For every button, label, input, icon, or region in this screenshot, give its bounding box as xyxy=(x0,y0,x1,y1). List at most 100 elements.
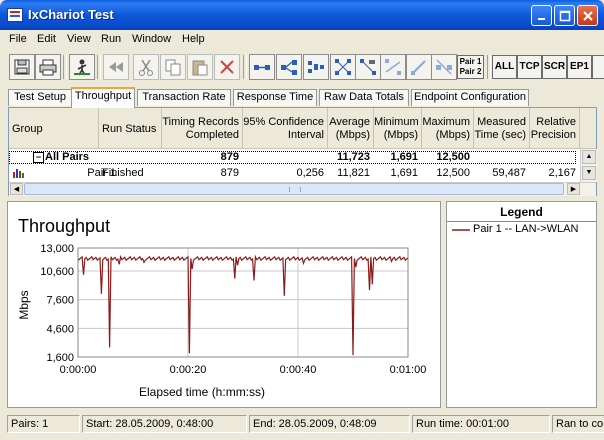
title-bar[interactable]: IxChariot Test xyxy=(0,0,604,30)
collapse-toggle[interactable]: − xyxy=(33,152,44,163)
throughput-chart[interactable]: Throughput 1,600 4,600 7,600 10,600 13,000 0:… xyxy=(7,201,441,408)
maximize-button[interactable] xyxy=(554,5,575,26)
legend-swatch xyxy=(452,225,470,233)
add-pair-group-icon[interactable] xyxy=(303,54,329,80)
toolbar-separator xyxy=(243,55,247,79)
header-minimum[interactable]: Minimum (Mbps) xyxy=(374,108,422,149)
minimize-button[interactable] xyxy=(531,5,552,26)
header-group[interactable]: Group xyxy=(9,108,99,149)
header-relative-precision-line2: Precision xyxy=(530,129,576,141)
row-minimum: 1,691 xyxy=(390,167,418,179)
header-average-line2: (Mbps) xyxy=(335,129,370,141)
header-maximum-line2: (Mbps) xyxy=(435,129,470,141)
y-tick-label: 7,600 xyxy=(46,295,74,307)
menu-file[interactable]: File xyxy=(9,33,27,45)
filter-ep2-button[interactable] xyxy=(592,55,604,79)
add-pair-icon[interactable] xyxy=(249,54,275,80)
bar-chart-icon xyxy=(13,169,25,178)
menu-bar: File Edit View Run Window Help xyxy=(0,30,604,48)
filter-tcp-button[interactable]: TCP xyxy=(517,55,542,79)
menu-view[interactable]: View xyxy=(67,33,91,45)
chart-canvas: Throughput 1,600 4,600 7,600 10,600 13,000 0:… xyxy=(17,216,426,399)
swap-endpoints-icon[interactable] xyxy=(380,54,406,80)
scroll-right-arrow[interactable]: ▶ xyxy=(567,183,580,195)
header-maximum-line1: Maximum xyxy=(422,116,470,128)
window-title: IxChariot Test xyxy=(28,7,114,22)
pair-label-2: Pair 2 xyxy=(459,67,482,76)
close-button[interactable] xyxy=(577,5,598,26)
x-tick-label: 0:00:20 xyxy=(170,364,207,376)
tab-transaction-rate[interactable]: Transaction Rate xyxy=(137,89,231,106)
menu-edit[interactable]: Edit xyxy=(37,33,56,45)
edit-pair-icon[interactable] xyxy=(406,54,432,80)
filter-scr-button[interactable]: SCR xyxy=(542,55,567,79)
legend-divider xyxy=(447,221,596,222)
header-measured-time[interactable]: Measured Time (sec) xyxy=(474,108,530,149)
header-confidence-line2: Interval xyxy=(287,129,324,141)
run-test-icon[interactable] xyxy=(69,54,95,80)
flag-pairs-icon[interactable] xyxy=(355,54,381,80)
disable-pair-icon[interactable] xyxy=(431,54,457,80)
add-multicast-icon[interactable] xyxy=(276,54,302,80)
pair-label-1: Pair 1 xyxy=(459,57,482,66)
chart-title: Throughput xyxy=(18,216,110,236)
header-run-status[interactable]: Run Status xyxy=(99,108,162,149)
app-icon xyxy=(7,8,23,22)
tab-response-time[interactable]: Response Time xyxy=(233,89,317,106)
summary-row[interactable]: − All Pairs 879 11,723 1,691 12,500 xyxy=(9,150,596,165)
header-timing-records-line2: Completed xyxy=(185,129,239,141)
header-relative-precision-line1: Relative xyxy=(536,116,576,128)
mesh-pairs-icon[interactable] xyxy=(330,54,356,80)
status-end: End: 28.05.2009, 0:48:09 xyxy=(249,415,410,433)
pair-toggle-button[interactable]: Pair 1 Pair 2 xyxy=(457,55,484,79)
grid-lines xyxy=(77,247,409,358)
status-bar: Pairs: 1 Start: 28.05.2009, 0:48:00 End:… xyxy=(0,411,604,440)
scroll-down-arrow[interactable]: ▼ xyxy=(582,166,596,180)
scroll-up-arrow[interactable]: ▲ xyxy=(582,150,596,164)
menu-run[interactable]: Run xyxy=(101,33,121,45)
header-confidence[interactable]: 95% Confidence Interval xyxy=(243,108,328,149)
status-run-time: Run time: 00:01:00 xyxy=(412,415,550,433)
tab-test-setup[interactable]: Test Setup xyxy=(8,89,72,106)
scroll-left-arrow[interactable]: ◀ xyxy=(10,183,23,195)
tab-endpoint-configuration[interactable]: Endpoint Configuration xyxy=(411,89,529,106)
legend-entry[interactable]: Pair 1 -- LAN->WLAN xyxy=(473,223,578,235)
menu-help[interactable]: Help xyxy=(182,33,205,45)
header-minimum-line2: (Mbps) xyxy=(383,129,418,141)
status-ran-to: Ran to co xyxy=(552,415,604,433)
save-icon[interactable] xyxy=(9,54,35,80)
horizontal-scrollbar[interactable]: ◀ ▶ xyxy=(9,182,596,196)
x-tick-label: 0:00:00 xyxy=(60,364,97,376)
delete-icon[interactable] xyxy=(214,54,240,80)
summary-group: All Pairs xyxy=(45,151,90,163)
summary-maximum: 12,500 xyxy=(436,151,470,163)
scroll-thumb[interactable] xyxy=(24,183,564,195)
tab-raw-data-totals[interactable]: Raw Data Totals xyxy=(319,89,409,106)
header-minimum-line1: Minimum xyxy=(374,116,419,128)
header-average-line1: Average xyxy=(329,116,370,128)
header-timing-records[interactable]: Timing Records Completed xyxy=(162,108,243,149)
header-relative-precision[interactable]: Relative Precision xyxy=(530,108,580,149)
row-measured: 59,487 xyxy=(492,167,526,179)
header-maximum[interactable]: Maximum (Mbps) xyxy=(422,108,474,149)
filter-all-button[interactable]: ALL xyxy=(492,55,517,79)
copy-icon[interactable] xyxy=(160,54,186,80)
rewind-icon[interactable] xyxy=(103,54,129,80)
menu-window[interactable]: Window xyxy=(132,33,171,45)
header-average[interactable]: Average (Mbps) xyxy=(328,108,374,149)
filter-ep1-button[interactable]: EP1 xyxy=(567,55,592,79)
table-row[interactable]: Pair 1 Finished 879 0,256 11,821 1,691 1… xyxy=(9,166,596,181)
row-precision: 2,167 xyxy=(548,167,576,179)
cut-icon[interactable] xyxy=(133,54,159,80)
y-tick-label: 10,600 xyxy=(40,266,74,278)
status-start: Start: 28.05.2009, 0:48:00 xyxy=(82,415,247,433)
tab-throughput[interactable]: Throughput xyxy=(71,87,135,108)
print-icon[interactable] xyxy=(35,54,61,80)
toolbar: Pair 1 Pair 2 ALL TCP SCR EP1 xyxy=(0,50,604,84)
vertical-scrollbar[interactable]: ▲ ▼ xyxy=(580,149,597,182)
summary-average: 11,723 xyxy=(336,151,370,163)
row-maximum: 12,500 xyxy=(436,167,470,179)
plot-frame xyxy=(77,247,409,358)
paste-icon[interactable] xyxy=(187,54,213,80)
header-group-label: Group xyxy=(12,123,43,135)
